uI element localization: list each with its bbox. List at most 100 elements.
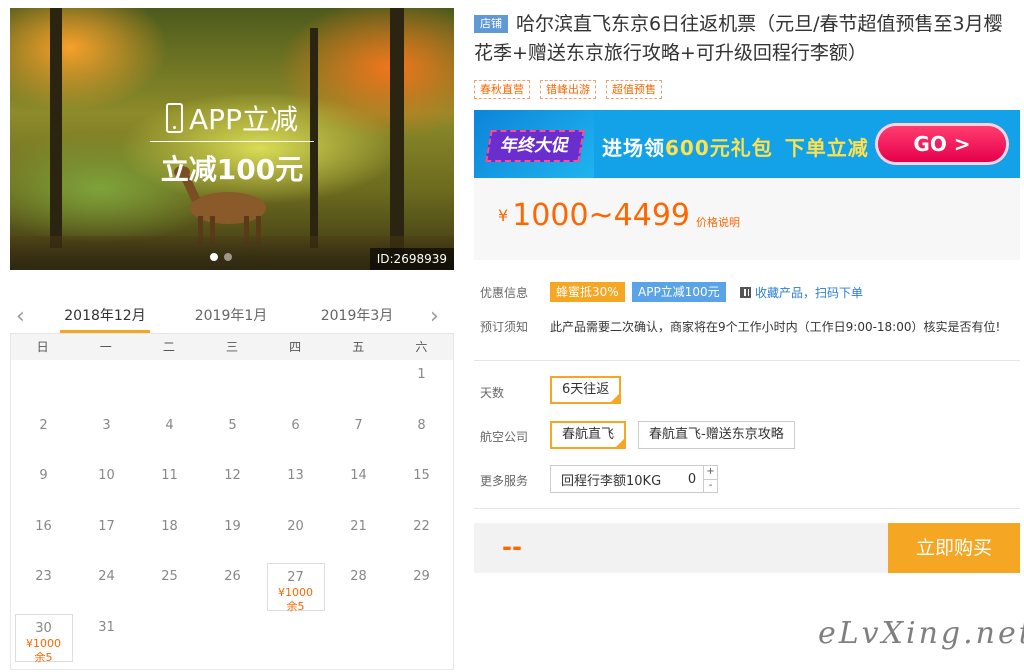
days-option[interactable]: 6天往返 — [550, 376, 622, 404]
baggage-service-name: 回程行李额10KG — [561, 473, 662, 489]
product-page: APP立减 立减100元 ID:2698939 ‹ 2018年12月 2019年… — [0, 0, 1024, 672]
hero-image[interactable]: APP立减 立减100元 ID:2698939 — [10, 8, 454, 270]
calendar-day: 16 — [15, 513, 73, 561]
honey-discount-chip[interactable]: 蜂蜜抵30% — [550, 282, 625, 302]
calendar-day-number: 25 — [161, 569, 178, 584]
calendar-day: 11 — [141, 462, 199, 510]
app-discount-chip[interactable]: APP立减100元 — [632, 282, 726, 302]
promo-banner[interactable]: 年终大促 进场领600元礼包 下单立减 GO > — [474, 110, 1020, 178]
price-note-link[interactable]: 价格说明 — [696, 214, 740, 230]
hero-promo-title: APP立减 — [189, 103, 298, 136]
increment-button[interactable]: + — [704, 466, 717, 479]
departure-calendar: ‹ 2018年12月 2019年1月 2019年3月 › 日 一 二 三 四 五… — [10, 298, 454, 672]
total-price: -- — [502, 533, 522, 561]
booking-notice: 此产品需要二次确认，商家将在9个工作小时内（工作日9:00-18:00）核实是否… — [550, 320, 1001, 334]
calendar-day-number: 1 — [417, 367, 426, 382]
calendar-day: 17 — [78, 513, 136, 561]
tag: 错峰出游 — [540, 80, 596, 99]
weekday-header: 日 一 二 三 四 五 六 — [10, 334, 454, 360]
airline-option-direct[interactable]: 春航直飞 — [550, 421, 627, 449]
calendar-day-number: 7 — [354, 417, 363, 433]
calendar-day: 18 — [141, 513, 199, 561]
calendar-day-number: 19 — [224, 518, 241, 534]
calendar-day-available[interactable]: 30 ¥1000 余5 — [14, 613, 73, 664]
calendar-day-price: ¥1000 — [278, 586, 313, 599]
calendar-day-number: 14 — [350, 468, 367, 483]
buy-now-button[interactable]: 立即购买 — [888, 523, 1020, 573]
calendar-day-number: 8 — [417, 417, 426, 433]
product-tags: 春秋直营 错峰出游 超值预售 — [474, 80, 662, 99]
calendar-day: 5 — [204, 412, 262, 460]
tab-month-2[interactable]: 2019年3月 — [302, 305, 412, 325]
calendar-day: 7 — [330, 412, 388, 460]
weekday-label: 六 — [415, 340, 428, 354]
weekday-label: 五 — [352, 340, 365, 354]
calendar-day-price: ¥1000 — [26, 636, 61, 650]
calendar-day: 1 — [393, 361, 451, 409]
banner-go-button[interactable]: GO > — [878, 126, 1006, 162]
calendar-day-number: 22 — [413, 518, 430, 534]
days-label: 天数 — [480, 386, 505, 400]
calendar-day: 28 — [330, 563, 388, 611]
price-box: ¥1000~4499 价格说明 — [474, 178, 1020, 260]
weekday-label: 二 — [162, 340, 175, 354]
baggage-quantity[interactable]: 0 — [681, 472, 703, 487]
carousel-dot[interactable] — [224, 253, 232, 261]
calendar-day: 22 — [393, 513, 451, 561]
divider — [474, 360, 1020, 361]
month-tabs: ‹ 2018年12月 2019年1月 2019年3月 › — [10, 298, 454, 334]
calendar-day-number: 6 — [291, 417, 300, 433]
hero-promo-divider — [150, 141, 314, 142]
calendar-day: 26 — [204, 563, 262, 611]
calendar-day-number: 15 — [413, 468, 430, 483]
service-label: 更多服务 — [480, 474, 529, 488]
favorite-scan-link[interactable]: 收藏产品，扫码下单 — [740, 284, 863, 301]
airline-label: 航空公司 — [480, 430, 529, 444]
tree-trunk — [50, 8, 62, 248]
carousel-dot[interactable] — [210, 253, 218, 261]
calendar-day: 23 — [15, 563, 73, 611]
tab-month-0[interactable]: 2018年12月 — [50, 305, 160, 333]
shop-badge[interactable]: 店铺 — [474, 15, 508, 33]
calendar-day: 25 — [141, 563, 199, 611]
weekday-label: 三 — [225, 340, 238, 354]
banner-text-action: 下单立减 — [784, 136, 869, 160]
calendar-day-number: 11 — [161, 468, 178, 483]
calendar-grid: 1 2 3 4 5 6 7 8 9 10 11 12 13 14 15 16 17 18 19 20 21 22 23 24 2… — [10, 360, 454, 670]
calendar-day-number: 27 — [287, 570, 304, 585]
calendar-day-number: 12 — [224, 468, 241, 483]
calendar-day-number: 3 — [102, 417, 111, 433]
calendar-day-number: 21 — [350, 518, 367, 534]
tag: 春秋直营 — [474, 80, 530, 99]
weekday-label: 日 — [36, 340, 49, 354]
divider — [474, 508, 1020, 509]
calendar-day-number: 18 — [161, 518, 178, 534]
banner-text: 进场领600元礼包 下单立减 — [602, 132, 869, 161]
calendar-day: 9 — [15, 462, 73, 510]
calendar-day-number: 30 — [35, 620, 52, 636]
quantity-stepper: + - — [703, 466, 717, 492]
prev-month-chevron-icon[interactable]: ‹ — [16, 304, 25, 329]
buy-bar: -- 立即购买 — [474, 523, 1020, 573]
calendar-day-number: 17 — [98, 518, 115, 534]
calendar-day-remaining: 余5 — [34, 650, 53, 664]
airline-option-guide[interactable]: 春航直飞-赠送东京攻略 — [638, 421, 795, 449]
calendar-day-available[interactable]: 27 ¥1000 余5 — [266, 563, 325, 613]
weekday-label: 一 — [99, 340, 112, 354]
calendar-day: 14 — [330, 462, 388, 510]
calendar-day: 3 — [78, 412, 136, 460]
calendar-day-number: 28 — [350, 569, 367, 584]
product-title-text: 哈尔滨直飞东京6日往返机票（元旦/春节超值预售至3月樱花季+赠送东京旅行攻略+可… — [474, 13, 1003, 64]
calendar-day-number: 26 — [224, 569, 241, 584]
price-range: ¥1000~4499 — [498, 198, 690, 233]
calendar-day-number: 5 — [228, 417, 237, 433]
calendar-day: 4 — [141, 412, 199, 460]
tab-month-1[interactable]: 2019年1月 — [176, 305, 286, 325]
calendar-day-number: 20 — [287, 518, 304, 534]
baggage-service: 回程行李额10KG 0 + - — [550, 465, 718, 493]
decrement-button[interactable]: - — [704, 478, 717, 493]
next-month-chevron-icon[interactable]: › — [430, 304, 439, 329]
calendar-day: 24 — [78, 563, 136, 611]
calendar-day: 2 — [15, 412, 73, 460]
calendar-day-number: 2 — [39, 417, 48, 433]
